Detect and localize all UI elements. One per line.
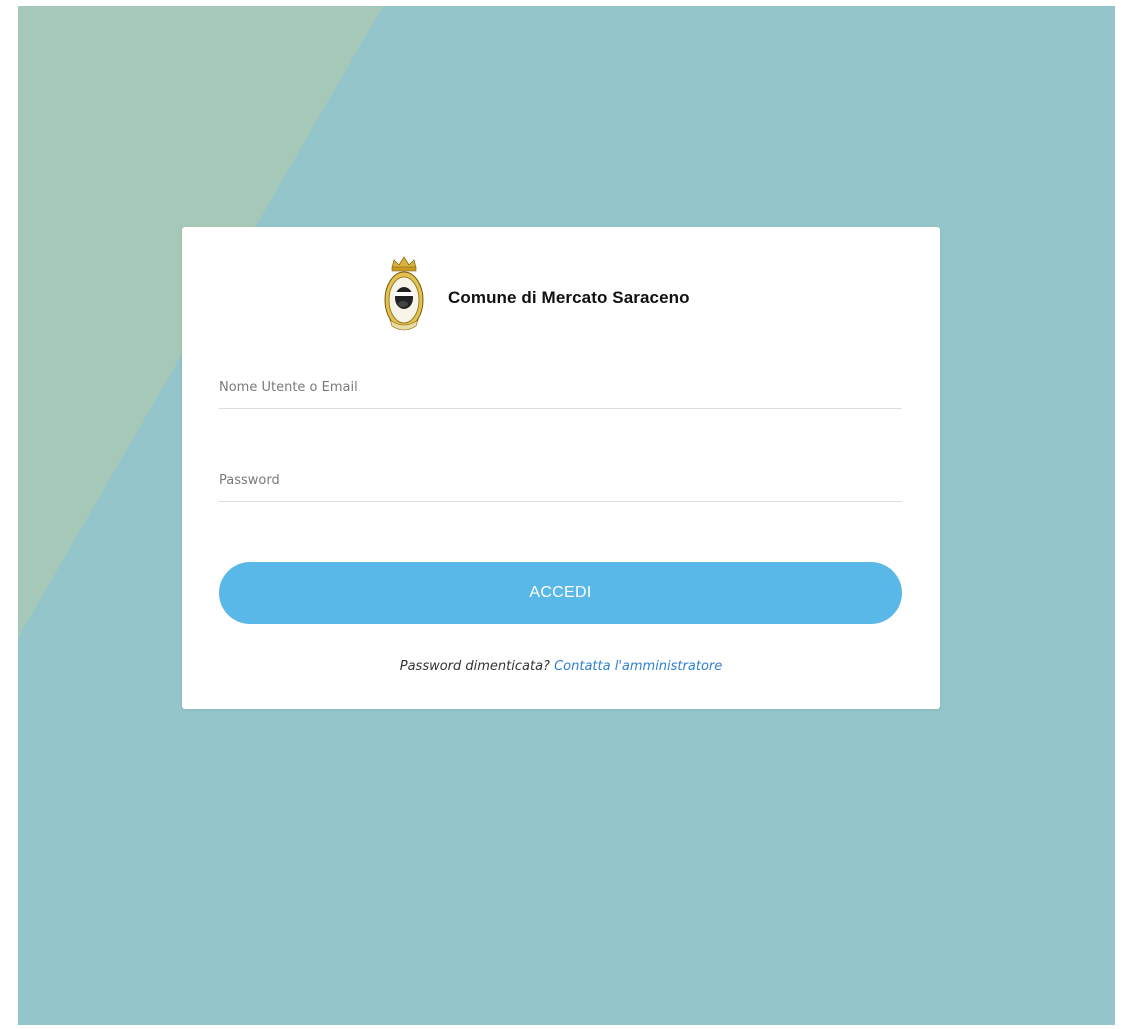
login-card: Comune di Mercato Saraceno ACCEDI Passwo… xyxy=(182,227,940,709)
password-input[interactable] xyxy=(219,460,902,502)
contact-admin-link[interactable]: Contatta l'amministratore xyxy=(554,659,722,674)
username-input[interactable] xyxy=(219,367,902,409)
recovery-prompt: Password dimenticata? xyxy=(399,659,550,674)
login-background: Comune di Mercato Saraceno ACCEDI Passwo… xyxy=(18,6,1115,1025)
login-button[interactable]: ACCEDI xyxy=(219,562,902,624)
password-recovery: Password dimenticata? Contatta l'amminis… xyxy=(182,659,940,674)
brand-name: Comune di Mercato Saraceno xyxy=(448,288,690,307)
brand-header: Comune di Mercato Saraceno xyxy=(382,253,690,335)
municipal-crest-icon xyxy=(384,256,424,331)
